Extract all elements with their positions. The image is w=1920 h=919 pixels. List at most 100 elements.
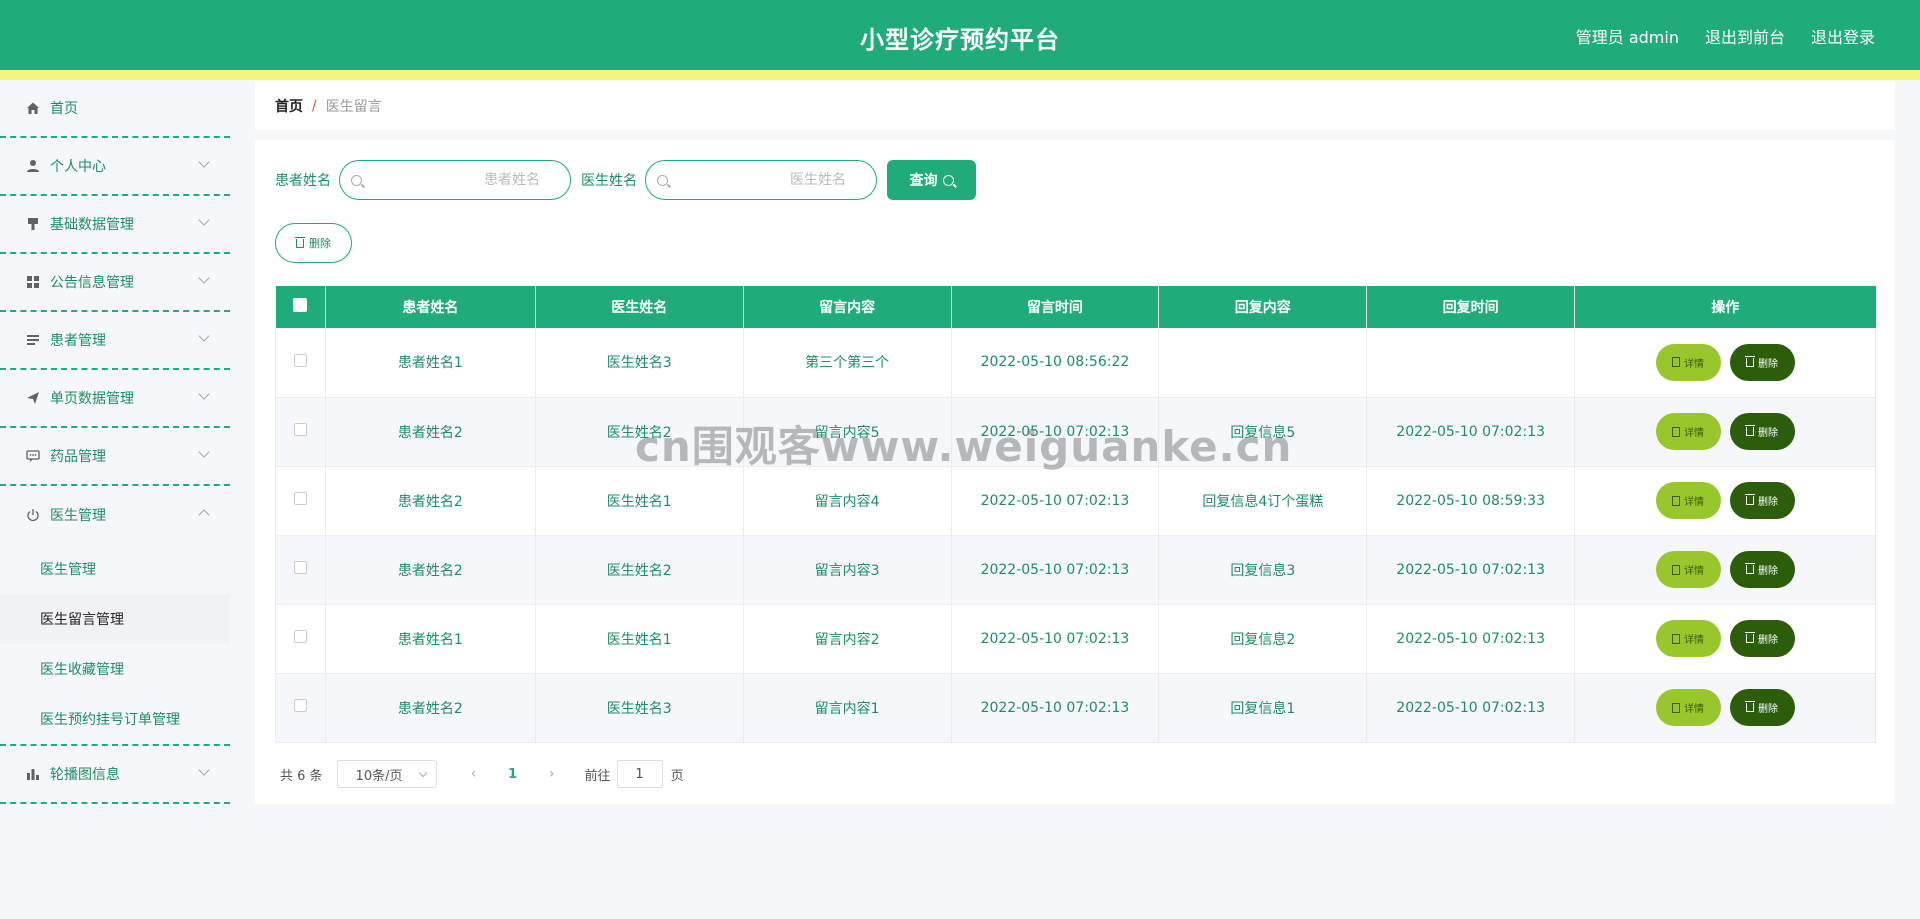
detail-button[interactable]: 详情 xyxy=(1655,551,1721,588)
detail-button[interactable]: 详情 xyxy=(1655,413,1721,450)
bulk-delete-button[interactable]: 删除 xyxy=(275,223,352,263)
admin-user-link[interactable]: 管理员 admin xyxy=(1576,24,1679,48)
doctor-name-input[interactable] xyxy=(646,161,876,199)
delete-label: 删除 xyxy=(1758,497,1779,508)
sidebar-subitem-doctor-manage[interactable]: 医生管理 xyxy=(0,544,230,594)
sidebar-item-carousel[interactable]: 轮播图信息 xyxy=(0,746,230,804)
breadcrumb-home[interactable]: 首页 xyxy=(275,96,303,116)
detail-button[interactable]: 详情 xyxy=(1655,620,1721,657)
column-header: 回复时间 xyxy=(1366,286,1576,328)
query-button-label: 查询 xyxy=(909,172,938,188)
table-row: 患者姓名2 医生姓名1 留言内容4 2022-05-10 07:02:13 回复信息4订… xyxy=(275,466,1876,536)
patient-name-label: 患者姓名 xyxy=(275,173,331,189)
query-button[interactable]: 查询 xyxy=(887,160,976,200)
detail-button[interactable]: 详情 xyxy=(1655,689,1721,726)
goto-label: 前往 xyxy=(584,768,611,784)
table-cell: 2022-05-10 07:02:13 xyxy=(1366,673,1576,743)
sidebar-item-doctor[interactable]: 医生管理 xyxy=(0,486,230,544)
actions-cell: 详情 删除 xyxy=(1574,673,1876,743)
page-number[interactable]: 1 xyxy=(489,767,537,782)
header-links: 管理员 admin 退出到前台 退出登录 xyxy=(1576,24,1875,48)
select-all-checkbox[interactable] xyxy=(293,298,308,312)
grid-icon xyxy=(25,274,41,290)
chevron-down-icon xyxy=(198,330,210,342)
sidebar-item-single-page[interactable]: 单页数据管理 xyxy=(0,370,230,428)
breadcrumb-separator: / xyxy=(312,98,317,114)
delete-button[interactable]: 删除 xyxy=(1729,343,1795,381)
table-cell: 患者姓名2 xyxy=(325,535,536,605)
sidebar-item-notice[interactable]: 公告信息管理 xyxy=(0,254,230,312)
logout-link[interactable]: 退出登录 xyxy=(1811,24,1875,48)
row-select-cell xyxy=(275,397,326,467)
table-cell: 2022-05-10 08:56:22 xyxy=(951,328,1160,398)
row-checkbox[interactable] xyxy=(293,630,307,643)
delete-label: 删除 xyxy=(1758,428,1779,439)
list-icon xyxy=(25,332,41,348)
delete-button[interactable]: 删除 xyxy=(1729,413,1795,450)
sidebar-item-basic-data[interactable]: 基础数据管理 xyxy=(0,196,230,254)
chevron-down-icon xyxy=(198,214,210,226)
delete-button[interactable]: 删除 xyxy=(1729,620,1795,657)
goto-page-input[interactable] xyxy=(616,760,663,788)
table-row: 患者姓名1 医生姓名3 第三个第三个 2022-05-10 08:56:22 详情 删除 xyxy=(275,328,1876,398)
column-header: 回复内容 xyxy=(1158,286,1368,328)
column-header: 操作 xyxy=(1574,286,1876,328)
header-accent-stripe xyxy=(0,70,1920,80)
table-row: 患者姓名2 医生姓名2 留言内容3 2022-05-10 07:02:13 回复信息3 2… xyxy=(275,535,1876,605)
sidebar-item-medicine[interactable]: 药品管理 xyxy=(0,428,230,486)
row-checkbox[interactable] xyxy=(293,492,307,505)
exit-to-front-link[interactable]: 退出到前台 xyxy=(1705,24,1785,48)
detail-button[interactable]: 详情 xyxy=(1655,343,1721,381)
row-select-cell xyxy=(275,466,326,536)
chevron-down-icon xyxy=(198,156,210,168)
trash-icon xyxy=(295,236,305,248)
actions-cell: 详情 删除 xyxy=(1574,397,1876,467)
table-cell: 2022-05-10 07:02:13 xyxy=(951,673,1160,743)
sidebar-item-personal-center[interactable]: 个人中心 xyxy=(0,138,230,196)
table-cell: 2022-05-10 07:02:13 xyxy=(1366,397,1576,467)
detail-button[interactable]: 详情 xyxy=(1655,482,1721,519)
table-cell: 患者姓名1 xyxy=(325,328,536,398)
row-checkbox[interactable] xyxy=(293,561,307,574)
trash-icon xyxy=(1745,563,1756,574)
doctor-name-label: 医生姓名 xyxy=(581,173,637,189)
main-panel: 患者姓名 医生姓名 查询 删除 患者姓名 医生姓名 留言内容 留 xyxy=(255,140,1895,804)
pagination: 共 6 条 10条/页 ‹ 1 › 前往 页 xyxy=(280,759,684,789)
patient-name-field xyxy=(339,160,571,200)
delete-label: 删除 xyxy=(1758,358,1779,370)
table-row: 患者姓名1 医生姓名1 留言内容2 2022-05-10 07:02:13 回复信息2 2… xyxy=(275,604,1876,674)
table-cell: 2022-05-10 07:02:13 xyxy=(1366,604,1576,674)
trash-icon xyxy=(1745,425,1756,436)
document-icon xyxy=(1672,357,1681,368)
sidebar-item-home[interactable]: 首页 xyxy=(0,80,230,138)
message-table: 患者姓名 医生姓名 留言内容 留言时间 回复内容 回复时间 操作 患者姓名1 医生… xyxy=(275,286,1876,743)
delete-button[interactable]: 删除 xyxy=(1729,551,1795,588)
sidebar-item-label: 患者管理 xyxy=(50,333,106,349)
delete-button[interactable]: 删除 xyxy=(1729,689,1795,726)
select-all-cell xyxy=(275,286,326,328)
document-icon xyxy=(1672,495,1681,506)
sidebar-item-patient[interactable]: 患者管理 xyxy=(0,312,230,370)
delete-button[interactable]: 删除 xyxy=(1729,482,1795,519)
row-checkbox[interactable] xyxy=(293,699,307,712)
column-header: 留言内容 xyxy=(743,286,952,328)
patient-name-input[interactable] xyxy=(340,161,570,199)
table-cell: 回复信息3 xyxy=(1158,535,1368,605)
table-cell: 医生姓名1 xyxy=(535,466,744,536)
sidebar-item-label: 个人中心 xyxy=(50,159,106,175)
page-size-select[interactable]: 10条/页 xyxy=(336,760,437,788)
actions-cell: 详情 删除 xyxy=(1574,535,1876,605)
sidebar-subitem-doctor-message[interactable]: 医生留言管理 xyxy=(0,594,230,644)
sidebar-subitem-doctor-appointment[interactable]: 医生预约挂号订单管理 xyxy=(0,694,230,744)
row-checkbox[interactable] xyxy=(293,423,307,436)
sidebar-subitem-doctor-favorite[interactable]: 医生收藏管理 xyxy=(0,644,230,694)
next-page-button[interactable]: › xyxy=(537,766,567,782)
column-header: 医生姓名 xyxy=(535,286,744,328)
row-checkbox[interactable] xyxy=(293,353,307,367)
actions-cell: 详情 删除 xyxy=(1574,604,1876,674)
trash-icon xyxy=(1745,355,1756,367)
row-select-cell xyxy=(275,673,326,743)
table-cell: 2022-05-10 07:02:13 xyxy=(951,397,1160,467)
prev-page-button[interactable]: ‹ xyxy=(459,766,489,782)
pagination-total: 共 6 条 xyxy=(280,768,323,784)
